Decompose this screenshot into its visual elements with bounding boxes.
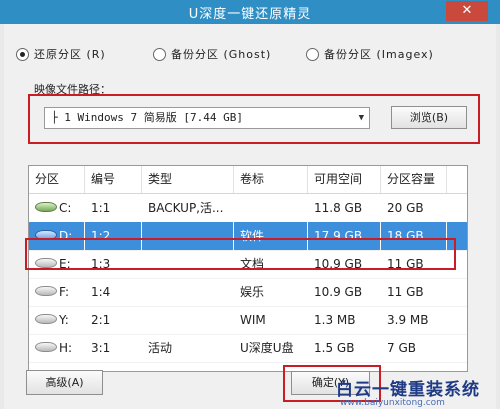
column-free-space[interactable]: 可用空间 xyxy=(308,166,381,193)
column-size[interactable]: 分区容量 xyxy=(381,166,447,193)
drive-letter: C: xyxy=(59,201,72,215)
partition-type xyxy=(142,278,234,306)
drive-letter: F: xyxy=(59,285,70,299)
column-id[interactable]: 编号 xyxy=(85,166,142,193)
close-button[interactable]: ✕ xyxy=(446,1,488,21)
main-panel: 还原分区 (R) 备份分区 (Ghost) 备份分区 (Imagex) 映像文件… xyxy=(4,24,496,409)
partition-size: 7 GB xyxy=(387,341,416,355)
radio-selected-icon xyxy=(16,47,29,61)
table-row[interactable]: H: 3:1 活动 U深度U盘 1.5 GB 7 GB xyxy=(29,334,467,363)
image-path-value: ├ 1 Windows 7 简易版 [7.44 GB] xyxy=(51,111,243,124)
disk-icon xyxy=(35,286,57,296)
table-row[interactable]: Y: 2:1 WIM 1.3 MB 3.9 MB xyxy=(29,306,467,335)
partition-id: 1:4 xyxy=(91,285,111,299)
free-space: 1.5 GB xyxy=(314,341,355,355)
volume-label: U深度U盘 xyxy=(240,341,294,355)
free-space: 11.8 GB xyxy=(314,201,363,215)
restore-partition-label: 还原分区 (R) xyxy=(34,48,106,61)
browse-button[interactable]: 浏览(B) xyxy=(391,106,467,129)
partition-id: 3:1 xyxy=(91,341,111,355)
drive-letter: H: xyxy=(59,341,73,355)
column-label[interactable]: 卷标 xyxy=(234,166,308,193)
advanced-button[interactable]: 高级(A) xyxy=(26,370,103,395)
partition-type: 活动 xyxy=(148,341,173,355)
radio-icon xyxy=(306,47,319,61)
backup-imagex-radio[interactable]: 备份分区 (Imagex) xyxy=(306,46,434,62)
disk-icon xyxy=(35,314,57,324)
table-header: 分区 编号 类型 卷标 可用空间 分区容量 xyxy=(29,166,467,194)
watermark-url: www.baiyunxitong.com xyxy=(340,398,445,408)
window-title: U深度一键还原精灵 xyxy=(188,7,312,22)
radio-icon xyxy=(153,47,166,61)
partition-id: 2:1 xyxy=(91,313,111,327)
volume-label: WIM xyxy=(240,313,266,327)
restore-partition-radio[interactable]: 还原分区 (R) xyxy=(16,46,106,62)
partition-size: 3.9 MB xyxy=(387,313,429,327)
green-disk-icon xyxy=(35,202,57,212)
partition-id: 1:1 xyxy=(91,201,111,215)
backup-ghost-label: 备份分区 (Ghost) xyxy=(171,48,272,61)
partition-size: 20 GB xyxy=(387,201,424,215)
partition-size: 11 GB xyxy=(387,285,424,299)
column-type[interactable]: 类型 xyxy=(142,166,234,193)
usb-disk-icon xyxy=(35,342,57,352)
watermark-title: 白云一键重装系统 xyxy=(336,380,480,400)
free-space: 1.3 MB xyxy=(314,313,356,327)
partition-type xyxy=(142,306,234,334)
column-partition[interactable]: 分区 xyxy=(29,166,85,193)
backup-imagex-label: 备份分区 (Imagex) xyxy=(324,48,434,61)
volume-label: 娱乐 xyxy=(240,285,265,299)
title-bar: U深度一键还原精灵 ✕ xyxy=(0,0,500,24)
table-row[interactable]: C: 1:1 BACKUP,活... 11.8 GB 20 GB xyxy=(29,194,467,223)
selected-row-highlight xyxy=(25,238,456,270)
free-space: 10.9 GB xyxy=(314,285,363,299)
partition-type: BACKUP,活... xyxy=(148,201,224,215)
drive-letter: Y: xyxy=(59,313,69,327)
backup-ghost-radio[interactable]: 备份分区 (Ghost) xyxy=(153,46,271,62)
volume-label xyxy=(234,194,308,222)
image-path-select[interactable]: ├ 1 Windows 7 简易版 [7.44 GB] ▼ xyxy=(44,107,370,129)
table-row[interactable]: F: 1:4 娱乐 10.9 GB 11 GB xyxy=(29,278,467,307)
chevron-down-icon[interactable]: ▼ xyxy=(359,108,364,128)
